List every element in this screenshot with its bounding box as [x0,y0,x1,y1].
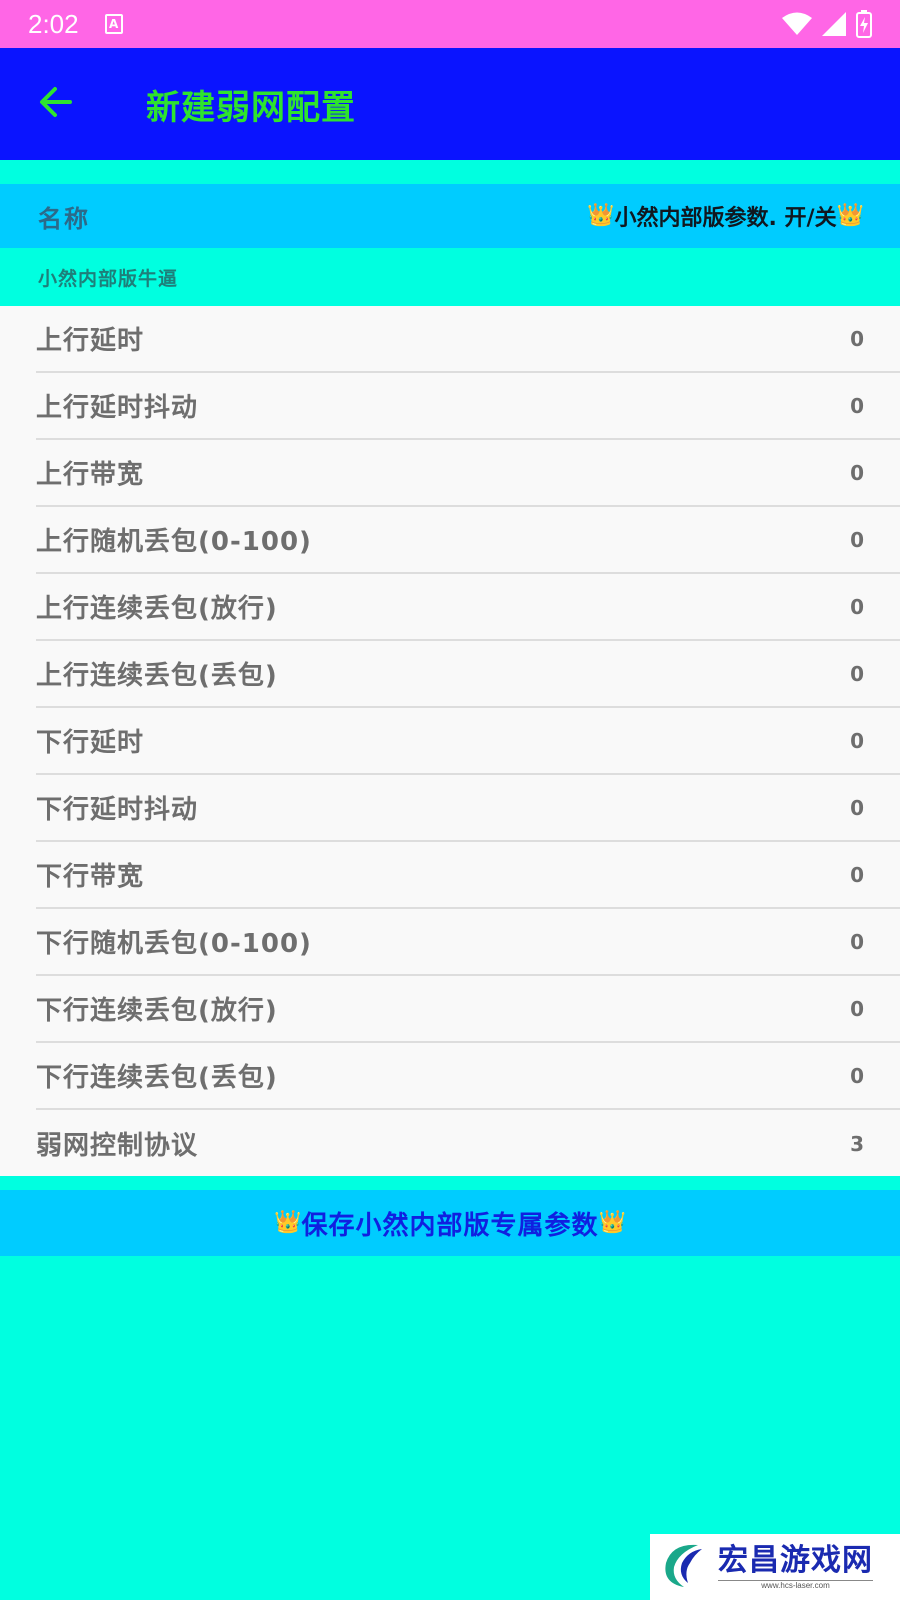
crown-icon: 👑 [598,1210,626,1235]
item-label: 上行延时抖动 [36,393,199,423]
item-label: 下行带宽 [36,862,145,892]
list-item[interactable]: 上行连续丢包(放行) 0 [36,574,900,641]
status-bar: 2:02 A [0,0,900,48]
list-item[interactable]: 上行随机丢包(0-100) 0 [36,507,900,574]
item-label: 下行延时抖动 [36,795,199,825]
item-label: 上行延时 [36,326,145,356]
save-button[interactable]: 👑 保存小然内部版专属参数 👑 [0,1190,900,1256]
item-label: 上行随机丢包(0-100) [36,527,312,557]
item-value: 0 [850,1063,864,1088]
list-item[interactable]: 下行连续丢包(放行) 0 [36,976,900,1043]
item-label: 弱网控制协议 [36,1131,199,1161]
watermark-title: 宏昌游戏网 [718,1543,873,1578]
list-item[interactable]: 上行连续丢包(丢包) 0 [36,641,900,708]
watermark: 宏昌游戏网 www.hcs-laser.com [650,1534,900,1600]
list-item[interactable]: 下行延时抖动 0 [36,775,900,842]
item-value: 0 [850,728,864,753]
app-bar: 新建弱网配置 [0,48,900,160]
item-value: 3 [850,1131,864,1156]
params-toggle[interactable]: 👑 小然内部版参数. 开/关 👑 [587,200,864,232]
list-item[interactable]: 上行延时 0 [36,306,900,373]
settings-list: 上行延时 0 上行延时抖动 0 上行带宽 0 上行随机丢包(0-100) 0 上… [0,306,900,1176]
accessibility-a-icon: A [104,14,123,34]
item-value: 0 [850,393,864,418]
item-label: 下行延时 [36,728,145,758]
save-button-label: 保存小然内部版专属参数 [301,1210,599,1241]
item-value: 0 [850,326,864,351]
item-value: 0 [850,594,864,619]
item-label: 下行连续丢包(丢包) [36,1063,278,1093]
name-value: 小然内部版牛逼 [38,267,179,290]
watermark-text: 宏昌游戏网 www.hcs-laser.com [718,1544,873,1590]
cell-signal-icon [822,12,846,36]
status-time: 2:02 [28,8,79,39]
list-item[interactable]: 上行带宽 0 [36,440,900,507]
item-label: 下行随机丢包(0-100) [36,929,312,959]
crown-icon: 👑 [587,203,615,228]
back-button[interactable] [26,74,86,134]
list-item[interactable]: 上行延时抖动 0 [36,373,900,440]
dragon-logo-icon [658,1539,710,1595]
item-value: 0 [850,460,864,485]
arrow-left-icon [38,84,74,124]
watermark-url: www.hcs-laser.com [718,1580,873,1590]
item-value: 0 [850,996,864,1021]
list-item[interactable]: 下行延时 0 [36,708,900,775]
item-value: 0 [850,929,864,954]
item-value: 0 [850,862,864,887]
item-label: 下行连续丢包(放行) [36,996,278,1026]
list-item[interactable]: 下行随机丢包(0-100) 0 [36,909,900,976]
list-item[interactable]: 下行连续丢包(丢包) 0 [36,1043,900,1110]
name-header-row: 名称 👑 小然内部版参数. 开/关 👑 [0,184,900,248]
battery-charging-icon [856,10,872,38]
item-label: 上行连续丢包(丢包) [36,661,278,691]
page-title: 新建弱网配置 [146,87,356,128]
crown-icon: 👑 [274,1210,302,1235]
crown-icon: 👑 [836,203,864,228]
list-item[interactable]: 弱网控制协议 3 [36,1110,900,1177]
wifi-icon [782,12,812,36]
item-value: 0 [850,661,864,686]
item-value: 0 [850,527,864,552]
params-toggle-label: 小然内部版参数. 开/关 [614,206,837,231]
item-value: 0 [850,795,864,820]
status-icons [782,10,872,38]
name-label: 名称 [38,204,90,233]
list-item[interactable]: 下行带宽 0 [36,842,900,909]
item-label: 上行带宽 [36,460,145,490]
name-value-row[interactable]: 小然内部版牛逼 [0,248,900,306]
item-label: 上行连续丢包(放行) [36,594,278,624]
